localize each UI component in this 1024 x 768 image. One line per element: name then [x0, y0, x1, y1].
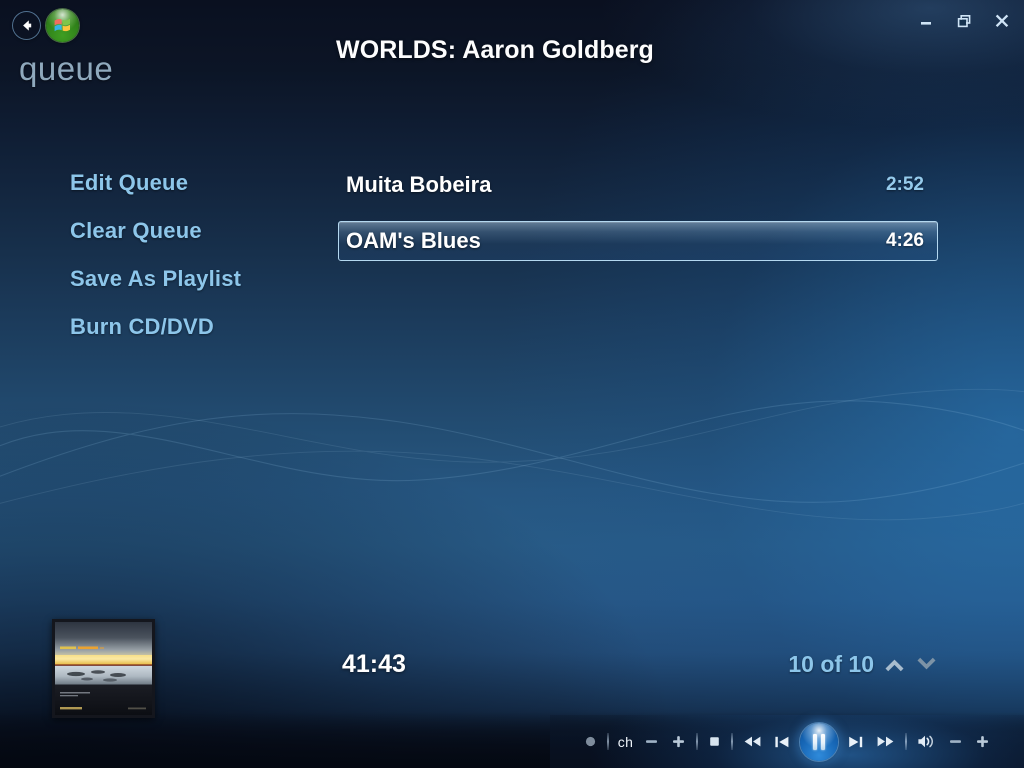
sidebar-item-edit-queue[interactable]: Edit Queue — [70, 170, 320, 196]
record-button[interactable] — [578, 727, 603, 757]
sidebar-item-clear-queue[interactable]: Clear Queue — [70, 218, 320, 244]
plus-icon — [673, 736, 685, 748]
fast-forward-icon — [877, 736, 894, 747]
divider — [905, 733, 908, 750]
window-controls — [915, 11, 1013, 31]
channel-up-button[interactable] — [665, 727, 692, 757]
rewind-button[interactable] — [737, 727, 768, 757]
volume-icon — [918, 735, 934, 748]
sidebar-item-burn-cd-dvd[interactable]: Burn CD/DVD — [70, 314, 320, 340]
channel-label[interactable]: ch — [613, 734, 638, 750]
track-duration: 2:52 — [885, 174, 924, 195]
track-title: OAM's Blues — [346, 228, 481, 253]
queue-track-list: Muita Bobeira 2:52 OAM's Blues 4:26 — [338, 165, 938, 277]
next-track-icon — [849, 736, 863, 747]
track-title: Muita Bobeira — [346, 172, 492, 197]
album-cover-image — [52, 619, 155, 718]
minus-icon — [646, 740, 658, 743]
page-title: WORLDS: Aaron Goldberg — [336, 36, 654, 64]
divider — [696, 733, 699, 750]
transport-control-bar: ch — [550, 715, 1024, 768]
previous-track-icon — [775, 736, 789, 747]
divider — [606, 733, 609, 750]
section-label: queue — [19, 50, 114, 87]
queue-position: 10 of 10 — [788, 651, 938, 678]
album-art-thumbnail[interactable] — [52, 619, 155, 718]
sidebar-menu: Edit Queue Clear Queue Save As Playlist … — [70, 170, 320, 340]
minimize-button[interactable] — [915, 11, 937, 31]
minus-icon — [950, 740, 962, 743]
back-arrow-icon — [23, 20, 32, 31]
queue-position-label: 10 of 10 — [788, 651, 874, 677]
chevron-up-icon[interactable] — [883, 655, 906, 674]
sidebar-item-save-as-playlist[interactable]: Save As Playlist — [70, 266, 320, 292]
restore-button[interactable] — [953, 11, 975, 31]
elapsed-time: 41:43 — [342, 650, 406, 678]
stop-icon — [710, 737, 719, 746]
restore-icon — [957, 14, 970, 27]
plus-icon — [977, 736, 989, 748]
table-row[interactable]: Muita Bobeira 2:52 — [338, 165, 938, 205]
record-icon — [585, 736, 595, 747]
table-row[interactable]: OAM's Blues 4:26 — [338, 221, 938, 261]
fast-forward-button[interactable] — [870, 727, 901, 757]
stop-button[interactable] — [702, 727, 727, 757]
close-icon — [995, 14, 1009, 28]
rewind-icon — [744, 736, 761, 747]
minimize-icon — [921, 22, 931, 25]
next-track-button[interactable] — [841, 727, 870, 757]
windows-logo-icon — [54, 18, 70, 32]
pause-button[interactable] — [800, 722, 839, 761]
start-button[interactable] — [46, 9, 79, 42]
pause-icon — [800, 723, 838, 761]
media-center-window: queue WORLDS: Aaron Goldberg Edit Queue … — [0, 0, 1024, 768]
divider — [731, 733, 734, 750]
channel-down-button[interactable] — [638, 727, 665, 757]
volume-down-button[interactable] — [942, 727, 969, 757]
volume-up-button[interactable] — [969, 727, 996, 757]
previous-track-button[interactable] — [768, 727, 797, 757]
close-button[interactable] — [991, 11, 1013, 31]
mute-button[interactable] — [911, 727, 942, 757]
back-button[interactable] — [13, 12, 40, 39]
background-waves — [0, 388, 1024, 521]
track-duration: 4:26 — [885, 230, 924, 251]
chevron-down-icon[interactable] — [915, 655, 938, 674]
